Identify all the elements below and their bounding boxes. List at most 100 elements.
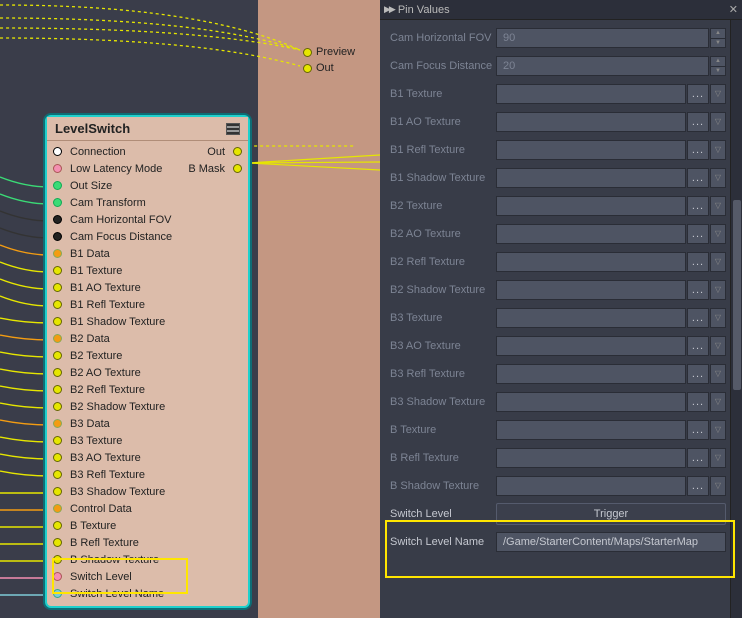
pin-row[interactable]: Out Size: [47, 177, 248, 194]
pin-row[interactable]: B2 AO Texture: [47, 364, 248, 381]
pin-row[interactable]: B Texture: [47, 517, 248, 534]
asset-field[interactable]: [496, 140, 686, 160]
pin-socket-icon[interactable]: [53, 402, 62, 411]
chevron-down-icon[interactable]: ▽: [710, 84, 726, 104]
text-input[interactable]: /Game/StarterContent/Maps/StarterMap: [496, 532, 726, 552]
graph-pin[interactable]: Out: [303, 62, 334, 74]
pin-row[interactable]: Control Data: [47, 500, 248, 517]
asset-field[interactable]: [496, 196, 686, 216]
pin-socket-icon[interactable]: [53, 147, 62, 156]
asset-field[interactable]: [496, 420, 686, 440]
pin-socket-icon[interactable]: [53, 504, 62, 513]
pin-socket-icon[interactable]: [53, 589, 62, 598]
chevron-up-icon[interactable]: ▲: [711, 29, 725, 39]
scrollbar[interactable]: [730, 20, 742, 618]
pin-socket-icon[interactable]: [53, 572, 62, 581]
pin-row[interactable]: Cam Focus Distance: [47, 228, 248, 245]
pin-socket-icon[interactable]: [53, 385, 62, 394]
pin-row[interactable]: B3 Refl Texture: [47, 466, 248, 483]
pin-socket-icon[interactable]: [53, 334, 62, 343]
pin-row[interactable]: Cam Horizontal FOV: [47, 211, 248, 228]
pin-socket-icon[interactable]: [53, 368, 62, 377]
pin-socket-icon[interactable]: [53, 470, 62, 479]
pin-row[interactable]: B2 Data: [47, 330, 248, 347]
chevron-down-icon[interactable]: ▽: [710, 476, 726, 496]
pin-socket-icon[interactable]: [303, 64, 312, 73]
spinner[interactable]: ▲▼: [710, 28, 726, 48]
pin-row[interactable]: Switch Level Name: [47, 585, 248, 602]
pin-row[interactable]: Cam Transform: [47, 194, 248, 211]
pin-row[interactable]: B1 Texture: [47, 262, 248, 279]
trigger-button[interactable]: Trigger: [496, 503, 726, 525]
asset-field[interactable]: [496, 476, 686, 496]
browse-button[interactable]: ...: [687, 84, 709, 104]
chevron-down-icon[interactable]: ▽: [710, 224, 726, 244]
browse-button[interactable]: ...: [687, 448, 709, 468]
node-level-switch[interactable]: LevelSwitch ConnectionOutLow Latency Mod…: [45, 115, 250, 608]
pin-socket-icon[interactable]: [53, 419, 62, 428]
chevron-down-icon[interactable]: ▽: [710, 336, 726, 356]
pin-socket-icon[interactable]: [53, 351, 62, 360]
chevron-down-icon[interactable]: ▽: [710, 308, 726, 328]
asset-field[interactable]: [496, 392, 686, 412]
browse-button[interactable]: ...: [687, 224, 709, 244]
chevron-down-icon[interactable]: ▽: [710, 392, 726, 412]
chevron-up-icon[interactable]: ▲: [711, 57, 725, 67]
pin-row[interactable]: B Shadow Texture: [47, 551, 248, 568]
chevron-down-icon[interactable]: ▽: [710, 364, 726, 384]
asset-field[interactable]: [496, 224, 686, 244]
asset-field[interactable]: [496, 280, 686, 300]
browse-button[interactable]: ...: [687, 112, 709, 132]
pin-row[interactable]: B3 AO Texture: [47, 449, 248, 466]
asset-field[interactable]: [496, 84, 686, 104]
pin-socket-icon[interactable]: [53, 555, 62, 564]
pin-socket-icon[interactable]: [53, 181, 62, 190]
pin-socket-icon[interactable]: [53, 249, 62, 258]
expand-icon[interactable]: ▶▶: [384, 4, 394, 15]
pin-row[interactable]: B1 Refl Texture: [47, 296, 248, 313]
browse-button[interactable]: ...: [687, 336, 709, 356]
asset-field[interactable]: [496, 112, 686, 132]
browse-button[interactable]: ...: [687, 280, 709, 300]
pin-row[interactable]: B2 Shadow Texture: [47, 398, 248, 415]
browse-button[interactable]: ...: [687, 420, 709, 440]
node-graph-canvas[interactable]: PreviewOut LevelSwitch ConnectionOutLow …: [0, 0, 380, 618]
number-input[interactable]: 20: [496, 56, 709, 76]
asset-field[interactable]: [496, 168, 686, 188]
pin-row[interactable]: B3 Shadow Texture: [47, 483, 248, 500]
chevron-down-icon[interactable]: ▽: [710, 252, 726, 272]
pin-socket-icon[interactable]: [53, 538, 62, 547]
chevron-down-icon[interactable]: ▽: [710, 168, 726, 188]
pin-row[interactable]: B3 Texture: [47, 432, 248, 449]
number-input[interactable]: 90: [496, 28, 709, 48]
pin-socket-icon[interactable]: [53, 300, 62, 309]
browse-button[interactable]: ...: [687, 308, 709, 328]
pin-socket-icon[interactable]: [53, 487, 62, 496]
asset-field[interactable]: [496, 364, 686, 384]
node-header[interactable]: LevelSwitch: [47, 117, 248, 141]
pin-socket-icon[interactable]: [53, 198, 62, 207]
pin-row[interactable]: ConnectionOut: [47, 143, 248, 160]
pin-row[interactable]: B1 Data: [47, 245, 248, 262]
asset-field[interactable]: [496, 336, 686, 356]
chevron-down-icon[interactable]: ▽: [710, 196, 726, 216]
browse-button[interactable]: ...: [687, 392, 709, 412]
pin-socket-icon[interactable]: [233, 147, 242, 156]
pin-row[interactable]: B1 Shadow Texture: [47, 313, 248, 330]
scroll-thumb[interactable]: [733, 200, 741, 390]
chevron-down-icon[interactable]: ▼: [711, 67, 725, 76]
pin-socket-icon[interactable]: [53, 283, 62, 292]
asset-field[interactable]: [496, 308, 686, 328]
pin-socket-icon[interactable]: [53, 317, 62, 326]
close-icon[interactable]: ✕: [729, 3, 738, 16]
pin-socket-icon[interactable]: [53, 521, 62, 530]
pin-row[interactable]: Switch Level: [47, 568, 248, 585]
browse-button[interactable]: ...: [687, 364, 709, 384]
pin-row[interactable]: B3 Data: [47, 415, 248, 432]
browse-button[interactable]: ...: [687, 476, 709, 496]
pin-socket-icon[interactable]: [53, 436, 62, 445]
spinner[interactable]: ▲▼: [710, 56, 726, 76]
pin-socket-icon[interactable]: [53, 266, 62, 275]
pin-socket-icon[interactable]: [53, 215, 62, 224]
pin-socket-icon[interactable]: [53, 164, 62, 173]
